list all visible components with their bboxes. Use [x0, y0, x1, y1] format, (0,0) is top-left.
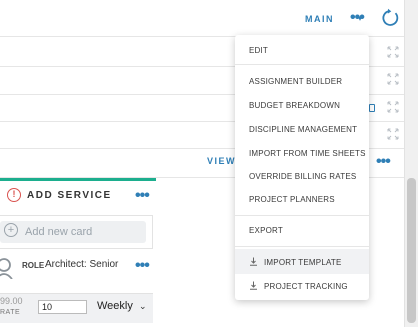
vertical-scrollbar[interactable]: [404, 0, 418, 327]
row-more-options-button[interactable]: •••: [376, 154, 391, 170]
expand-icon[interactable]: [387, 128, 399, 140]
top-bar: MAIN ▾ •••: [0, 0, 405, 37]
menu-item-override-billing-rates[interactable]: OVERRIDE BILLING RATES: [249, 172, 356, 181]
menu-divider: [235, 64, 369, 65]
plus-icon: +: [4, 223, 18, 237]
quantity-input[interactable]: [38, 300, 87, 314]
expand-icon[interactable]: [387, 46, 399, 58]
add-service-title: ADD SERVICE: [27, 190, 112, 201]
scrollbar-thumb[interactable]: [407, 178, 416, 323]
add-new-card-placeholder: Add new card: [25, 226, 93, 238]
menu-item-import-template[interactable]: IMPORT TEMPLATE: [264, 258, 342, 267]
role-label: ROLE: [22, 261, 45, 270]
expand-icon[interactable]: [387, 73, 399, 85]
menu-divider: [235, 215, 369, 216]
lock-icon: [369, 104, 375, 112]
frequency-select[interactable]: Weekly: [97, 300, 133, 312]
panel-accent-bar: [0, 178, 156, 181]
person-icon: [0, 258, 13, 279]
more-options-button[interactable]: •••: [350, 10, 365, 26]
download-icon: [250, 281, 257, 290]
menu-item-assignment-builder[interactable]: ASSIGNMENT BUILDER: [249, 77, 342, 86]
menu-item-discipline-management[interactable]: DISCIPLINE MANAGEMENT: [249, 125, 357, 134]
refresh-icon[interactable]: [380, 8, 400, 28]
expand-icon[interactable]: [387, 101, 399, 113]
chevron-down-icon[interactable]: ⌄: [139, 301, 147, 312]
menu-item-export[interactable]: EXPORT: [249, 226, 283, 235]
more-options-menu: EDIT ASSIGNMENT BUILDER BUDGET BREAKDOWN…: [235, 35, 369, 300]
main-view-selector[interactable]: MAIN: [305, 14, 334, 24]
add-service-more-button[interactable]: •••: [135, 188, 150, 204]
download-icon: [250, 257, 257, 266]
menu-item-project-tracking[interactable]: PROJECT TRACKING: [264, 282, 348, 291]
alert-icon: !: [7, 188, 21, 202]
menu-divider: [235, 246, 369, 247]
menu-item-edit[interactable]: EDIT: [249, 46, 268, 55]
rate-label: RATE: [0, 309, 21, 316]
menu-item-import-from-time-sheets[interactable]: IMPORT FROM TIME SHEETS: [249, 149, 366, 158]
role-value: Architect: Senior: [45, 259, 119, 270]
menu-item-budget-breakdown[interactable]: BUDGET BREAKDOWN: [249, 101, 340, 110]
price-value: 99.00: [0, 296, 23, 306]
menu-item-project-planners[interactable]: PROJECT PLANNERS: [249, 195, 335, 204]
role-more-button[interactable]: •••: [135, 258, 150, 274]
view-link[interactable]: VIEW: [207, 156, 236, 166]
